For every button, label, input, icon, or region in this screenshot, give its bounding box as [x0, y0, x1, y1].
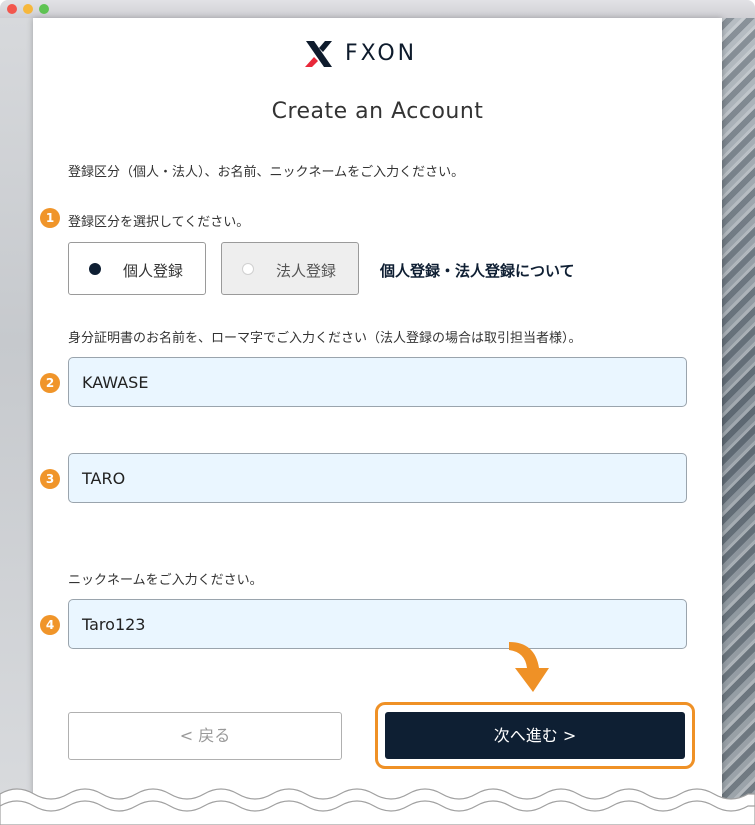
- back-button[interactable]: < 戻る: [68, 712, 342, 760]
- fxon-logo-mark-icon: [305, 41, 332, 67]
- step-badge-4: 4: [40, 615, 60, 635]
- nickname-value: Taro123: [82, 615, 146, 634]
- background-image-left: [0, 18, 33, 825]
- radio-corporate[interactable]: 法人登録: [221, 242, 359, 295]
- last-name-value: KAWASE: [82, 373, 149, 392]
- page-title: Create an Account: [271, 99, 484, 124]
- fxon-logo: FXON: [303, 38, 453, 70]
- background-image-right: [722, 18, 755, 825]
- nickname-instruction-text: ニックネームをご入力ください。: [68, 573, 263, 588]
- radio-unselected-icon: [242, 263, 254, 275]
- radio-corporate-label: 法人登録: [276, 262, 337, 280]
- fxon-logo-text: FXON: [345, 41, 418, 66]
- intro-text: 登録区分（個人・法人）、お名前、ニックネームをご入力ください。: [68, 165, 465, 180]
- next-button[interactable]: 次へ進む >: [385, 712, 685, 759]
- next-button-highlight: 次へ進む >: [375, 702, 695, 769]
- step-badge-3: 3: [40, 469, 60, 489]
- step-badge-2: 2: [40, 373, 60, 393]
- signup-card: FXON Create an Account 登録区分（個人・法人）、お名前、ニ…: [33, 18, 722, 825]
- name-instruction-text: 身分証明書のお名前を、ローマ字でご入力ください（法人登録の場合は取引担当者様）。: [68, 331, 582, 346]
- first-name-value: TARO: [82, 469, 126, 488]
- radio-individual[interactable]: 個人登録: [68, 242, 206, 295]
- step-badge-1: 1: [40, 208, 60, 228]
- first-name-input[interactable]: TARO: [68, 453, 687, 503]
- radio-selected-icon: [89, 263, 101, 275]
- arrow-down-pointer-icon: [509, 642, 549, 692]
- zoom-window-button[interactable]: [39, 4, 49, 14]
- nickname-input[interactable]: Taro123: [68, 599, 687, 649]
- wavy-edge-decoration: [0, 788, 755, 825]
- minimize-window-button[interactable]: [23, 4, 33, 14]
- account-type-info-link[interactable]: 個人登録・法人登録について: [380, 260, 575, 281]
- radio-individual-label: 個人登録: [123, 262, 184, 280]
- close-window-button[interactable]: [7, 4, 17, 14]
- app-window: FXON Create an Account 登録区分（個人・法人）、お名前、ニ…: [0, 0, 755, 825]
- last-name-input[interactable]: KAWASE: [68, 357, 687, 407]
- account-type-label: 登録区分を選択してください。: [68, 215, 250, 230]
- title-bar: [0, 0, 755, 18]
